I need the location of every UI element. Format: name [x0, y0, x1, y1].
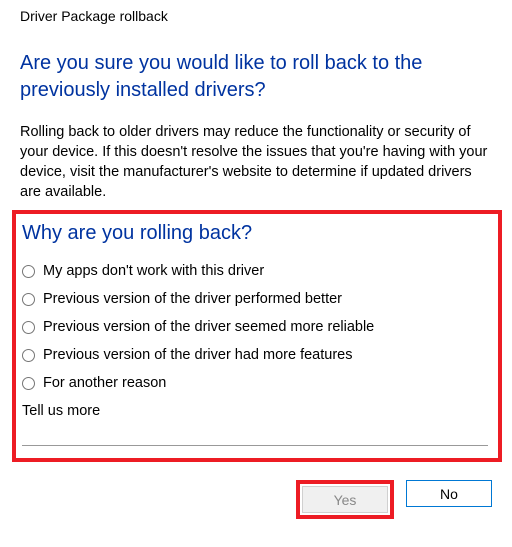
- reason-option-1[interactable]: Previous version of the driver performed…: [22, 291, 488, 307]
- reason-label-3: Previous version of the driver had more …: [43, 347, 352, 363]
- yes-button-highlight: Yes: [296, 480, 394, 519]
- main-heading: Are you sure you would like to roll back…: [20, 50, 492, 104]
- reason-label-4: For another reason: [43, 375, 166, 391]
- reason-subheading: Why are you rolling back?: [22, 222, 488, 245]
- reason-highlight-box: Why are you rolling back? My apps don't …: [12, 210, 502, 462]
- reason-radio-3[interactable]: [22, 349, 35, 362]
- reason-option-3[interactable]: Previous version of the driver had more …: [22, 347, 488, 363]
- reason-radio-2[interactable]: [22, 321, 35, 334]
- window-title: Driver Package rollback: [20, 8, 492, 34]
- dialog-window: Driver Package rollback Are you sure you…: [0, 0, 512, 539]
- reason-option-2[interactable]: Previous version of the driver seemed mo…: [22, 319, 488, 335]
- reason-label-2: Previous version of the driver seemed mo…: [43, 319, 374, 335]
- body-text: Rolling back to older drivers may reduce…: [20, 122, 492, 202]
- reason-radio-4[interactable]: [22, 377, 35, 390]
- tell-more-label: Tell us more: [22, 403, 488, 419]
- no-button[interactable]: No: [406, 480, 492, 507]
- reason-label-1: Previous version of the driver performed…: [43, 291, 342, 307]
- tell-more-input[interactable]: [22, 423, 488, 446]
- reason-option-0[interactable]: My apps don't work with this driver: [22, 263, 488, 279]
- button-row: Yes No: [20, 480, 492, 519]
- reason-radio-1[interactable]: [22, 293, 35, 306]
- reason-option-4[interactable]: For another reason: [22, 375, 488, 391]
- reason-label-0: My apps don't work with this driver: [43, 263, 264, 279]
- reason-radio-0[interactable]: [22, 265, 35, 278]
- yes-button[interactable]: Yes: [302, 486, 388, 513]
